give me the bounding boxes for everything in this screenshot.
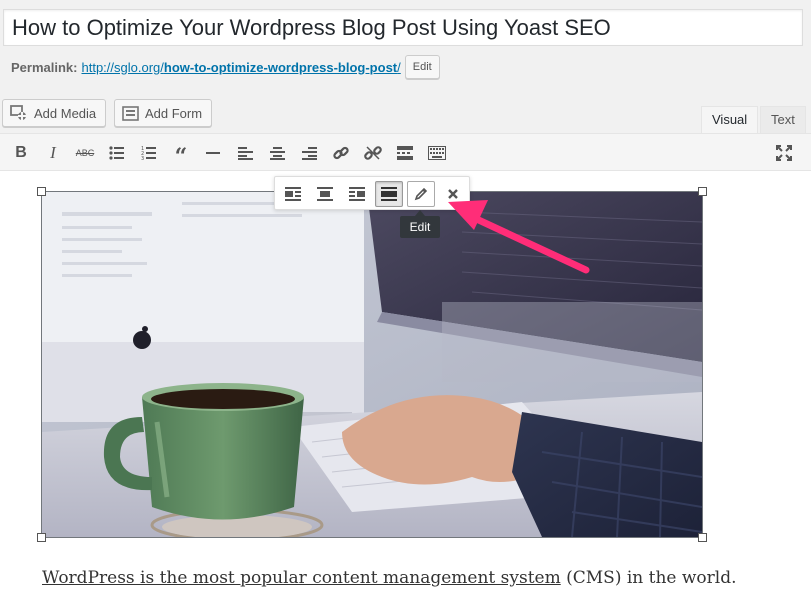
paragraph-link[interactable]: WordPress is the most popular content ma… <box>42 568 561 588</box>
add-form-label: Add Form <box>145 105 203 121</box>
post-paragraph: WordPress is the most popular content ma… <box>42 568 737 588</box>
image-align-left-icon[interactable] <box>279 181 307 207</box>
resize-handle-bottom-right[interactable] <box>698 533 707 542</box>
post-image-photo <box>42 192 702 537</box>
bullet-list-icon[interactable] <box>104 140 130 166</box>
fullscreen-icon[interactable] <box>771 140 797 166</box>
permalink-label: Permalink: <box>11 59 78 75</box>
read-more-icon[interactable] <box>392 140 418 166</box>
tab-visual[interactable]: Visual <box>701 106 759 134</box>
image-align-right-icon[interactable] <box>343 181 371 207</box>
resize-handle-top-right[interactable] <box>698 187 707 196</box>
permalink-end: / <box>397 59 401 75</box>
insert-link-icon[interactable] <box>328 140 354 166</box>
bold-icon[interactable]: B <box>8 140 34 166</box>
post-image[interactable] <box>41 191 703 538</box>
blockquote-icon[interactable]: “ <box>168 140 194 170</box>
post-title-input[interactable]: How to Optimize Your Wordpress Blog Post… <box>3 9 803 46</box>
align-left-icon[interactable] <box>232 140 258 166</box>
align-right-icon[interactable] <box>296 140 322 166</box>
svg-text:3: 3 <box>141 156 144 160</box>
add-media-button[interactable]: Add Media <box>2 99 107 127</box>
permalink-link[interactable]: http://sglo.org/how-to-optimize-wordpres… <box>81 60 400 75</box>
annotation-arrow-icon <box>448 200 590 274</box>
add-form-button[interactable]: Add Form <box>114 99 213 127</box>
tab-text[interactable]: Text <box>760 106 806 133</box>
strikethrough-icon[interactable]: ABC <box>72 140 98 166</box>
numbered-list-icon[interactable]: 123 <box>136 140 162 166</box>
permalink-base: http://sglo.org/ <box>81 59 164 75</box>
permalink-slug: how-to-optimize-wordpress-blog-post <box>163 59 398 75</box>
image-align-center-icon[interactable] <box>311 181 339 207</box>
align-center-icon[interactable] <box>264 140 290 166</box>
editor-toolbar: B I ABC 123 “ <box>0 134 811 171</box>
horizontal-line-icon[interactable] <box>200 140 226 166</box>
italic-icon[interactable]: I <box>40 140 66 166</box>
remove-link-icon[interactable] <box>360 140 386 166</box>
toolbar-toggle-icon[interactable] <box>424 140 450 166</box>
permalink-row: Permalink: http://sglo.org/how-to-optimi… <box>11 55 440 79</box>
add-media-icon <box>10 105 26 120</box>
permalink-edit-button[interactable]: Edit <box>404 55 440 79</box>
add-form-icon <box>122 105 139 121</box>
add-media-label: Add Media <box>34 105 97 121</box>
paragraph-rest: (CMS) in the world. <box>560 568 737 588</box>
image-align-none-icon[interactable] <box>375 181 403 207</box>
resize-handle-top-left[interactable] <box>37 187 46 196</box>
resize-handle-bottom-left[interactable] <box>37 533 46 542</box>
